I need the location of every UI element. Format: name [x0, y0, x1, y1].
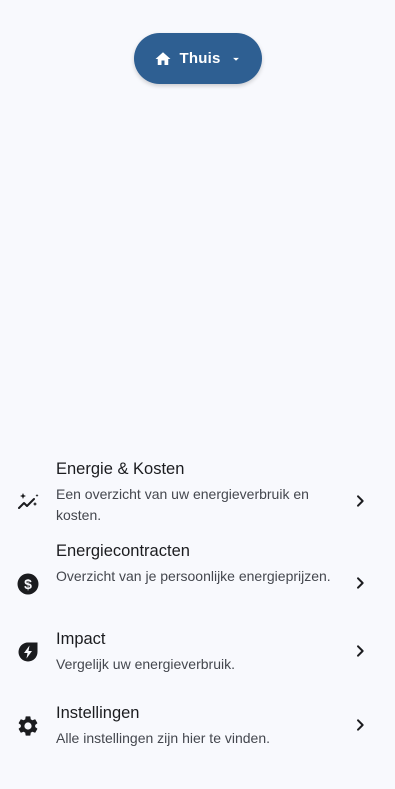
- menu-item-subtitle: Een overzicht van uw energieverbruik en …: [56, 486, 309, 523]
- menu-item-impact[interactable]: Impact Vergelijk uw energieverbruik.: [0, 630, 395, 678]
- chevron-right-icon: [352, 575, 368, 591]
- menu-item-title: Instellingen: [56, 704, 140, 722]
- chevron-right-icon: [352, 643, 368, 659]
- menu-item-title: Energie & Kosten: [56, 460, 185, 478]
- svg-text:$: $: [24, 576, 32, 592]
- eco-bolt-icon: [16, 640, 40, 664]
- home-selector-button[interactable]: Thuis: [134, 33, 262, 84]
- menu-item-instellingen[interactable]: Instellingen Alle instellingen zijn hier…: [0, 704, 395, 752]
- menu-item-title: Energiecontracten: [56, 542, 190, 560]
- caret-down-icon: [229, 52, 243, 66]
- home-icon: [154, 50, 172, 68]
- menu-item-subtitle: Alle instellingen zijn hier te vinden.: [56, 730, 271, 746]
- menu-item-title: Impact: [56, 630, 106, 648]
- sparkle-chart-icon: [16, 490, 40, 514]
- chevron-right-icon: [352, 717, 368, 733]
- menu-item-subtitle: Overzicht van je persoonlijke energiepri…: [56, 568, 331, 584]
- menu-item-subtitle: Vergelijk uw energieverbruik.: [56, 656, 235, 672]
- chevron-right-icon: [352, 493, 368, 509]
- home-selector-label: Thuis: [179, 50, 221, 67]
- menu-item-energie-kosten[interactable]: Energie & Kosten Een overzicht van uw en…: [0, 460, 395, 532]
- gear-icon: [16, 714, 40, 738]
- dollar-circle-icon: $: [16, 572, 40, 596]
- menu-item-energiecontracten[interactable]: $ Energiecontracten Overzicht van je per…: [0, 542, 395, 614]
